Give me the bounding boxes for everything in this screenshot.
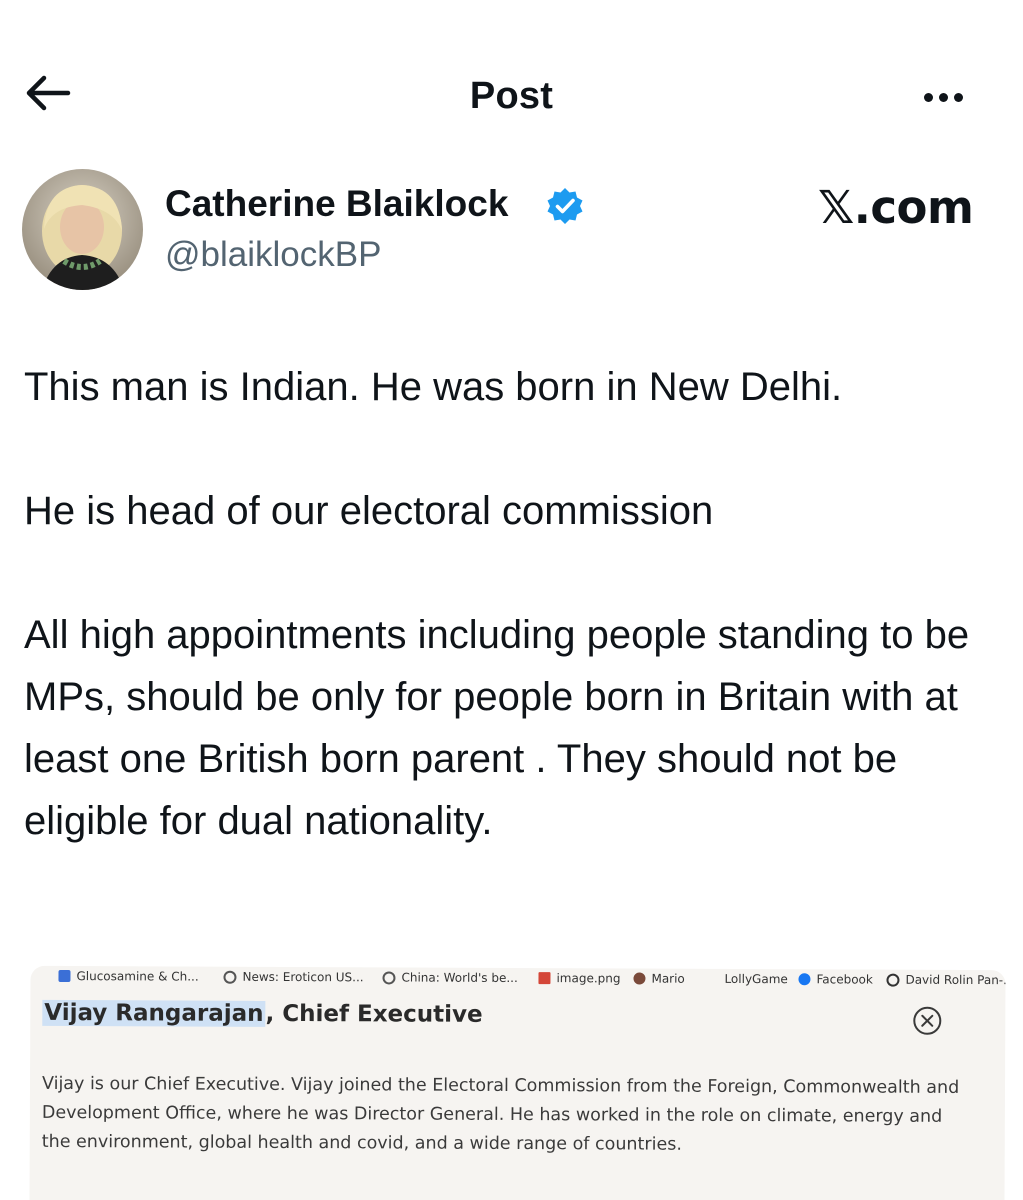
avatar-photo (22, 169, 143, 290)
post-paragraph: He is head of our electoral commission (24, 489, 714, 533)
post-paragraph: This man is Indian. He was born in New D… (24, 365, 843, 409)
bookmark-item: Mario (633, 972, 685, 986)
bookmark-item: LollyGame (724, 971, 788, 987)
media-heading: Vijay Rangarajan, Chief Executive (42, 999, 483, 1028)
top-bar: Post (0, 55, 1023, 140)
verified-badge-icon (545, 186, 585, 226)
post-paragraph: All high appointments including people s… (24, 613, 970, 843)
bookmark-item: Facebook (798, 972, 873, 987)
x-watermark: 𝕏.com (818, 181, 974, 234)
avatar[interactable] (22, 169, 143, 290)
media-body-text: Vijay is our Chief Executive. Vijay join… (41, 1073, 960, 1155)
post-image[interactable]: Glucosamine & Ch... News: Eroticon US...… (29, 965, 1006, 1200)
bookmark-item: Glucosamine & Ch... (58, 969, 199, 984)
more-horizontal-icon (924, 93, 933, 102)
more-options-button[interactable] (924, 85, 982, 109)
author-handle[interactable]: @blaiklockBP (165, 235, 381, 275)
bookmark-item: News: Eroticon US... (223, 970, 364, 984)
bookmark-item: image.png (538, 971, 621, 985)
post-text: This man is Indian. He was born in New D… (24, 356, 999, 852)
author-name[interactable]: Catherine Blaiklock (165, 183, 508, 225)
browser-bookmarks-bar: Glucosamine & Ch... News: Eroticon US...… (30, 966, 1006, 994)
bookmark-item: David Rolin Pan-... (886, 973, 1006, 987)
bookmark-item: China: World's be... (382, 970, 518, 985)
highlighted-name: Vijay Rangarajan (42, 999, 266, 1027)
close-circle-icon (912, 1006, 942, 1036)
post-page: Post Catherine Blaiklock @blaiklockBP 𝕏.… (0, 0, 1023, 1200)
page-title: Post (469, 75, 554, 117)
